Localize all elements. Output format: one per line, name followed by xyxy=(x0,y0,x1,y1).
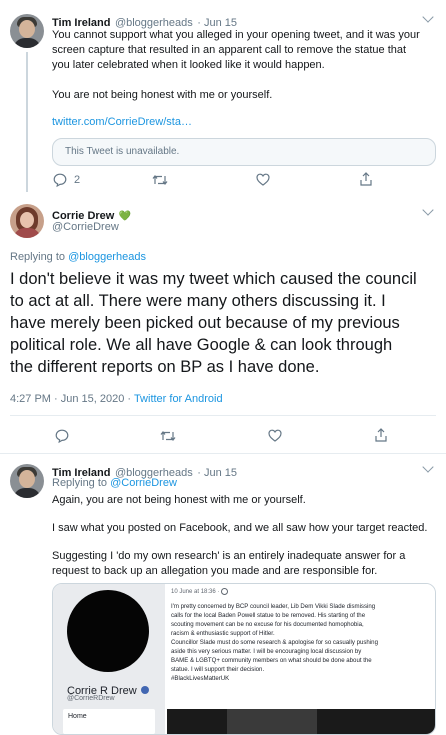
fb-handle: @CorrieRDrew xyxy=(67,695,115,702)
fb-nav-home: Home xyxy=(63,709,155,734)
verified-badge-icon xyxy=(141,685,150,694)
like-icon[interactable] xyxy=(256,173,270,186)
reply-count: 2 xyxy=(74,174,81,186)
replying-to-label: Replying to xyxy=(10,251,66,263)
like-icon[interactable] xyxy=(268,429,282,442)
reply-icon[interactable] xyxy=(55,429,69,444)
facebook-sidebar: Corrie R Drew @CorrieRDrew Home xyxy=(53,584,165,734)
author-handle[interactable]: @CorrieDrew xyxy=(52,221,119,233)
post-text: I'm pretty concerned by BCP council lead… xyxy=(171,603,378,682)
tweet-body-2: You are not being honest with me or your… xyxy=(52,89,273,101)
replying-to-handle[interactable]: @bloggerheads xyxy=(68,251,146,263)
tweet-body: Again, you are not being honest with me … xyxy=(52,494,428,577)
quoted-tweet-unavailable: This Tweet is unavailable. xyxy=(52,138,436,166)
facebook-post: 10 June at 18:36 · I'm pretty concerned … xyxy=(167,584,435,734)
chevron-down-icon[interactable] xyxy=(422,11,434,23)
tweet-timestamp[interactable]: 4:27 PM · Jun 15, 2020 · xyxy=(10,393,134,405)
post-photo xyxy=(167,709,435,734)
avatar-corrie-drew[interactable] xyxy=(10,204,44,238)
avatar-tim-ireland[interactable] xyxy=(10,464,44,498)
tweet-link[interactable]: twitter.com/CorrieDrew/sta… xyxy=(52,115,192,130)
replying-to-label: Replying to xyxy=(52,477,108,489)
thread-line xyxy=(26,52,28,192)
avatar-tim-ireland[interactable] xyxy=(10,14,44,48)
replying-to-handle[interactable]: @CorrieDrew xyxy=(110,477,177,489)
share-icon[interactable] xyxy=(375,428,387,442)
chevron-down-icon[interactable] xyxy=(422,204,434,216)
tweet-body: I don't believe it was my tweet which ca… xyxy=(10,270,417,376)
divider xyxy=(0,453,446,454)
chevron-down-icon[interactable] xyxy=(422,461,434,473)
profile-picture xyxy=(67,590,149,672)
globe-icon xyxy=(221,588,229,595)
post-date: 10 June at 18:36 · xyxy=(171,589,222,596)
share-icon[interactable] xyxy=(360,172,372,186)
tweet-source[interactable]: Twitter for Android xyxy=(134,393,223,405)
divider xyxy=(10,415,436,416)
retweet-icon[interactable] xyxy=(160,430,176,442)
tweet-date[interactable]: · Jun 15 xyxy=(197,467,237,479)
tweet-body: You cannot support what you alleged in y… xyxy=(52,29,420,71)
green-heart-icon: 💚 xyxy=(118,211,132,222)
attached-image[interactable]: Corrie R Drew @CorrieRDrew Home 10 June … xyxy=(52,583,436,735)
retweet-icon[interactable] xyxy=(152,174,168,186)
reply-icon[interactable] xyxy=(53,173,67,188)
